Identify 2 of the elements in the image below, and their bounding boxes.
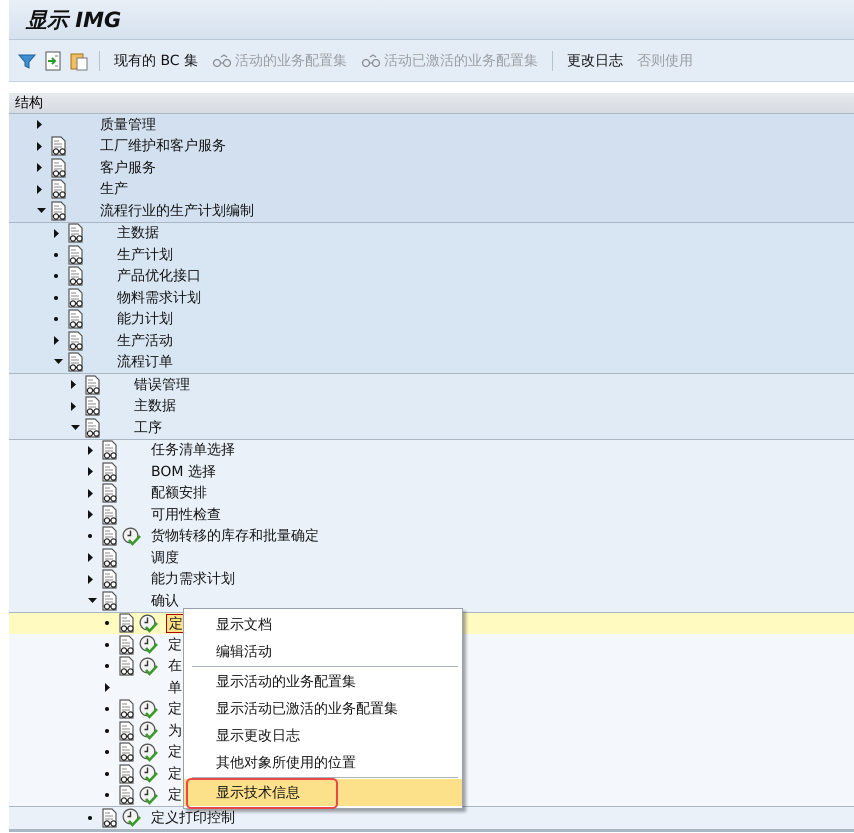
- column-header: 结构: [9, 93, 854, 114]
- window-title: 显示 IMG: [26, 8, 122, 32]
